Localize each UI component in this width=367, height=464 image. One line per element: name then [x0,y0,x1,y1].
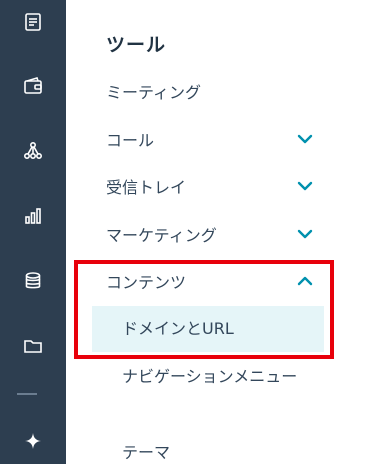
menu-item-calls[interactable]: コール [106,122,321,156]
submenu-item-label: ドメインとURL [122,319,234,338]
submenu-item-navigation-menus[interactable]: ナビゲーションメニュー [92,362,312,392]
rail-divider [17,393,37,395]
menu-item-label: マーケティング [106,226,217,245]
panel-title: ツール [106,34,167,56]
icon-rail [0,0,66,464]
chevron-up-icon [297,276,313,286]
menu-item-content[interactable]: コンテンツ [106,264,321,298]
menu-item-inbox[interactable]: 受信トレイ [106,169,321,203]
menu-item-label: コール [106,131,155,150]
folder-icon[interactable] [13,326,53,366]
menu-item-meetings[interactable]: ミーティング [106,74,321,108]
menu-item-marketing[interactable]: マーケティング [106,217,321,251]
menu-item-label: ミーティング [106,83,202,102]
sitemap-icon[interactable] [13,131,53,171]
database-icon[interactable] [13,261,53,301]
chevron-down-icon [297,229,313,239]
menu-item-label: 受信トレイ [106,178,187,197]
submenu-item-label: ナビゲーションメニュー [122,367,298,386]
wallet-icon[interactable] [13,66,53,106]
chevron-down-icon [297,134,313,144]
menu-item-label: コンテンツ [106,273,187,292]
submenu-item-label: テーマ [122,443,171,462]
chevron-down-icon [297,181,313,191]
submenu-item-themes[interactable]: テーマ [92,438,324,464]
sparkle-icon[interactable] [13,421,53,461]
bar-chart-icon[interactable] [13,196,53,236]
notebook-icon[interactable] [13,2,53,42]
submenu-item-domains-urls[interactable]: ドメインとURL [92,306,324,352]
app: ツール ミーティング コール 受信トレイ マーケティング コンテンツ ドメインと… [0,0,367,464]
tools-menu-panel: ツール ミーティング コール 受信トレイ マーケティング コンテンツ ドメインと… [66,0,367,464]
